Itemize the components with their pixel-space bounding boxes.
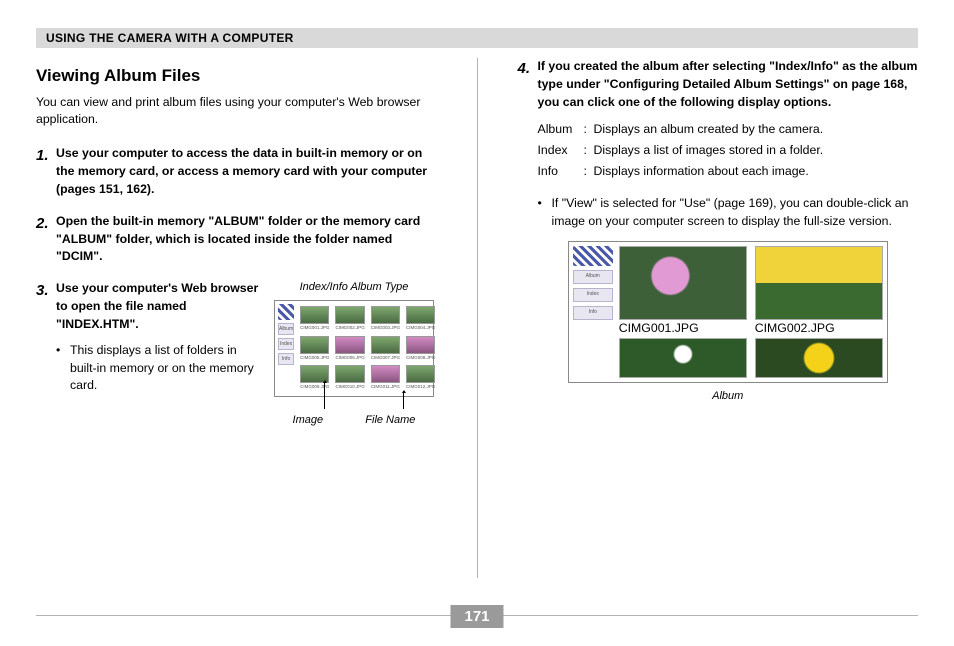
definition-value: Displays a list of images stored in a fo… <box>594 142 919 160</box>
definition-key: Album <box>538 121 584 139</box>
figure1-label-filename: File Name <box>365 413 415 429</box>
album-photo-grid: CIMG001.JPG CIMG002.JPG <box>619 246 883 378</box>
album-photo <box>619 338 747 378</box>
thumbnail-grid: CIMG001.JPG CIMG002.JPG CIMG003.JPG CIMG… <box>298 304 437 393</box>
thumbnail: CIMG008.JPG <box>406 336 435 362</box>
step-number: 2. <box>36 213 56 266</box>
bullet-text: This displays a list of folders in built… <box>70 342 261 395</box>
album-photo <box>755 338 883 378</box>
figure1-caption-top: Index/Info Album Type <box>271 280 436 296</box>
callout-line-filename <box>403 391 404 409</box>
album-sidebar: Album Index Info <box>278 304 294 393</box>
bullet-dot: • <box>538 195 552 231</box>
definition-key: Index <box>538 142 584 160</box>
thumbnail: CIMG001.JPG <box>300 306 329 332</box>
definition-value: Displays an album created by the camera. <box>594 121 919 139</box>
figure1-label-image: Image <box>293 413 324 429</box>
definition-colon: : <box>584 163 594 181</box>
step-body: If you created the album after selecting… <box>538 58 919 111</box>
page-number-badge: 171 <box>450 605 503 628</box>
step-number: 3. <box>36 280 56 428</box>
intro-text: You can view and print album files using… <box>36 94 437 130</box>
step-number: 4. <box>518 58 538 405</box>
definition-value: Displays information about each image. <box>594 163 919 181</box>
header-bar: USING THE CAMERA WITH A COMPUTER <box>36 28 918 48</box>
thumbnail: CIMG005.JPG <box>300 336 329 362</box>
bullet-text: If "View" is selected for "Use" (page 16… <box>552 195 919 231</box>
bullet-dot: • <box>56 342 70 395</box>
thumbnail: CIMG012.JPG <box>406 365 435 391</box>
sidebar-btn-album: Album <box>278 323 294 335</box>
album-photo: CIMG002.JPG <box>755 246 883 332</box>
step-body: Open the built-in memory "ALBUM" folder … <box>56 213 437 266</box>
figure2-caption: Album <box>538 389 919 405</box>
album-sidebar: Album Index Info <box>573 246 613 378</box>
album-logo-icon <box>278 304 294 320</box>
thumbnail: CIMG003.JPG <box>371 306 400 332</box>
sidebar-btn-info: Info <box>278 353 294 365</box>
left-column: Viewing Album Files You can view and pri… <box>36 58 437 578</box>
index-info-album-figure: Album Index Info CIMG001.JPG CIMG002.JPG… <box>274 300 434 397</box>
thumbnail: CIMG004.JPG <box>406 306 435 332</box>
sidebar-btn-info: Info <box>573 306 613 320</box>
right-column: 4. If you created the album after select… <box>518 58 919 578</box>
thumbnail: CIMG006.JPG <box>335 336 364 362</box>
album-figure: Album Index Info CIMG001.JPG CIMG002.JPG <box>568 241 888 383</box>
definition-row: Album : Displays an album created by the… <box>538 121 919 139</box>
album-photo: CIMG001.JPG <box>619 246 747 332</box>
thumbnail: CIMG010.JPG <box>335 365 364 391</box>
section-title: Viewing Album Files <box>36 64 437 89</box>
sidebar-btn-album: Album <box>573 270 613 284</box>
definition-colon: : <box>584 121 594 139</box>
sidebar-btn-index: Index <box>573 288 613 302</box>
definition-row: Index : Displays a list of images stored… <box>538 142 919 160</box>
album-logo-icon <box>573 246 613 266</box>
sidebar-btn-index: Index <box>278 338 294 350</box>
step-body: Use your computer's Web browser to open … <box>56 280 261 333</box>
thumbnail: CIMG002.JPG <box>335 306 364 332</box>
callout-line-image <box>324 381 325 409</box>
step4-bullet: • If "View" is selected for "Use" (page … <box>538 195 919 231</box>
step-3: 3. Use your computer's Web browser to op… <box>36 280 437 428</box>
step-4: 4. If you created the album after select… <box>518 58 919 405</box>
column-divider <box>477 58 478 578</box>
step-number: 1. <box>36 145 56 198</box>
step-1: 1. Use your computer to access the data … <box>36 145 437 198</box>
definition-row: Info : Displays information about each i… <box>538 163 919 181</box>
step-body: Use your computer to access the data in … <box>56 145 437 198</box>
two-column-layout: Viewing Album Files You can view and pri… <box>36 58 918 578</box>
thumbnail: CIMG011.JPG <box>371 365 400 391</box>
step-2: 2. Open the built-in memory "ALBUM" fold… <box>36 213 437 266</box>
step3-bullet: • This displays a list of folders in bui… <box>56 342 261 395</box>
definition-key: Info <box>538 163 584 181</box>
definition-colon: : <box>584 142 594 160</box>
thumbnail: CIMG007.JPG <box>371 336 400 362</box>
